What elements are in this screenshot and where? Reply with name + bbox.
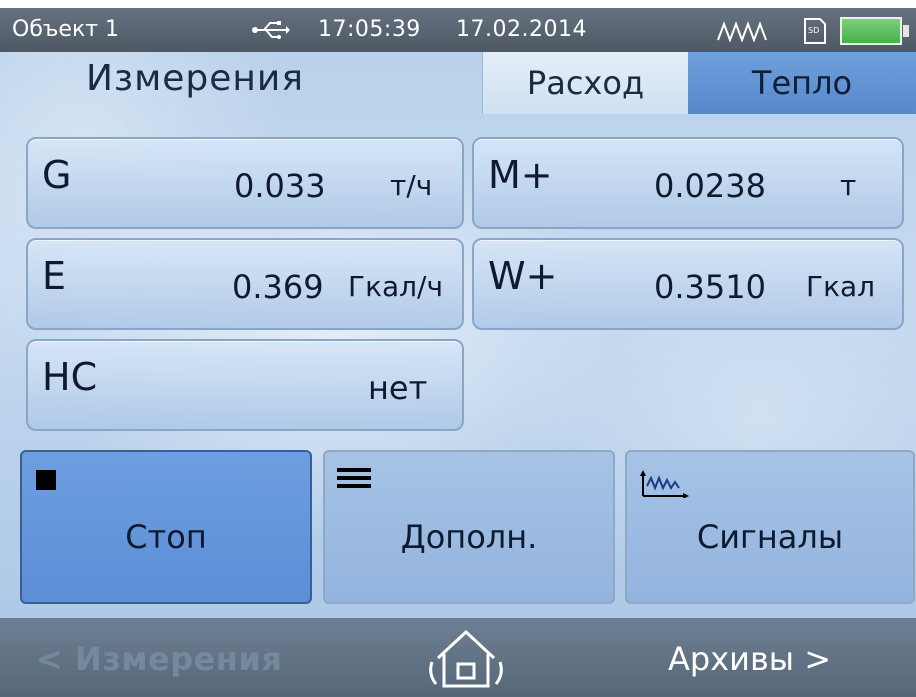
signal-wave-icon [717, 21, 767, 42]
object-name: Объект 1 [12, 17, 120, 42]
card-unit: т/ч [390, 169, 433, 202]
card-emergency-status[interactable]: НС нет [26, 339, 464, 431]
nav-prev-measurements[interactable]: < Измерения [36, 640, 282, 678]
signals-button-label: Сигналы [696, 518, 844, 556]
device-screen: Объект 1 17:05:39 17.02.2014 SD Измерени… [0, 0, 916, 697]
more-button[interactable]: Дополн. [323, 450, 615, 604]
card-heat-power[interactable]: E 0.369 Гкал/ч [26, 238, 464, 330]
battery-icon [840, 17, 902, 45]
home-icon[interactable] [424, 624, 508, 694]
stop-button[interactable]: Стоп [20, 450, 312, 604]
card-unit: Гкал/ч [348, 270, 444, 303]
tab-rashod[interactable]: Расход [482, 52, 688, 114]
clock-time: 17:05:39 [318, 17, 421, 42]
bottom-nav: < Измерения Архивы > [0, 618, 916, 697]
battery-tip [903, 25, 909, 37]
card-unit: т [840, 169, 857, 202]
status-bar: Объект 1 17:05:39 17.02.2014 SD [0, 8, 916, 52]
usb-icon [252, 21, 290, 39]
card-unit: Гкал [806, 270, 876, 303]
card-label: E [42, 254, 67, 298]
title-bar: Измерения Расход Тепло [0, 52, 916, 114]
stop-button-label: Стоп [125, 518, 207, 556]
card-label: НС [42, 355, 98, 399]
signal-graph-icon [640, 470, 689, 498]
card-label: M+ [488, 153, 553, 197]
card-value: 0.3510 [654, 268, 766, 306]
card-flow-rate[interactable]: G 0.033 т/ч [26, 137, 464, 229]
more-button-label: Дополн. [400, 518, 538, 556]
card-value: 0.369 [232, 268, 324, 306]
svg-text:SD: SD [808, 26, 819, 35]
card-label: W+ [488, 254, 558, 298]
sd-card-icon: SD [804, 18, 826, 44]
stop-square-icon [36, 470, 56, 490]
signals-button[interactable]: Сигналы [625, 450, 915, 604]
tab-teplo[interactable]: Тепло [688, 52, 916, 114]
top-strip [0, 0, 916, 8]
card-value: 0.033 [234, 167, 326, 205]
nav-next-archives[interactable]: Архивы > [668, 640, 831, 678]
menu-lines-icon [337, 468, 371, 488]
clock-date: 17.02.2014 [456, 17, 587, 42]
card-value: 0.0238 [654, 167, 766, 205]
card-label: G [42, 153, 72, 197]
card-heat-energy[interactable]: W+ 0.3510 Гкал [472, 238, 904, 330]
card-value: нет [368, 369, 428, 407]
page-title: Измерения [86, 58, 304, 99]
card-mass[interactable]: M+ 0.0238 т [472, 137, 904, 229]
